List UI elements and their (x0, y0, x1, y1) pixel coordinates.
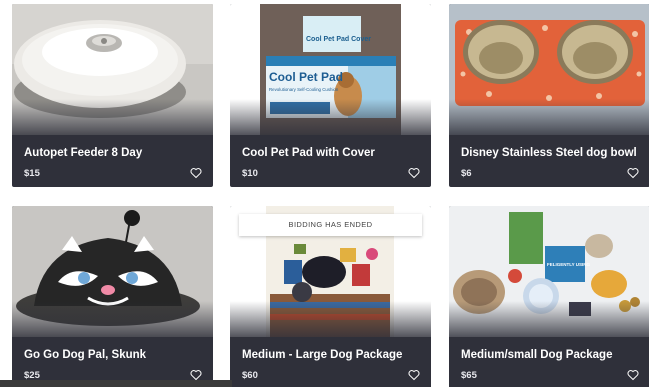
browser-status-bar (0, 380, 232, 387)
box-headline: Cool Pet Pad (269, 70, 343, 84)
listing-card-autopet-feeder[interactable]: Autopet Feeder 8 Day $15 (12, 4, 213, 187)
listing-card-go-go-dog-pal[interactable]: Go Go Dog Pal, Skunk $25 (12, 206, 213, 387)
listing-price: $65 (461, 370, 477, 381)
heart-outline-icon[interactable] (408, 369, 420, 381)
box-label: FELIGENTLY USING (547, 262, 591, 267)
listing-price: $6 (461, 168, 472, 179)
listing-card-cool-pet-pad[interactable]: Cool Pet Pad Cover Cool Pet Pad Revoluti… (230, 4, 431, 187)
listing-title[interactable]: Disney Stainless Steel dog bowl (461, 147, 641, 159)
box-brand-tag: Cool Pet Pad Cover (306, 36, 371, 43)
heart-outline-icon[interactable] (627, 167, 639, 179)
box-tagline: Revolutionary Self-Cooling Cushion (269, 87, 339, 92)
heart-outline-icon[interactable] (408, 167, 420, 179)
listing-grid: Autopet Feeder 8 Day $15 Cool Pet Pad Co… (0, 0, 649, 387)
heart-outline-icon[interactable] (627, 369, 639, 381)
listing-card-medium-small-dog-package[interactable]: FELIGENTLY USING Medium/small Dog Packag… (449, 206, 649, 387)
listing-card-disney-dog-bowl[interactable]: Disney Stainless Steel dog bowl $6 (449, 4, 649, 187)
listing-price: $60 (242, 370, 258, 381)
listing-title[interactable]: Medium - Large Dog Package (242, 349, 422, 361)
listing-title[interactable]: Medium/small Dog Package (461, 349, 641, 361)
listing-price: $10 (242, 168, 258, 179)
listing-title[interactable]: Cool Pet Pad with Cover (242, 147, 422, 159)
heart-outline-icon[interactable] (190, 167, 202, 179)
listing-title[interactable]: Autopet Feeder 8 Day (24, 147, 204, 159)
status-badge: BIDDING HAS ENDED (239, 214, 422, 236)
listing-price: $15 (24, 168, 40, 179)
listing-title[interactable]: Go Go Dog Pal, Skunk (24, 349, 204, 361)
